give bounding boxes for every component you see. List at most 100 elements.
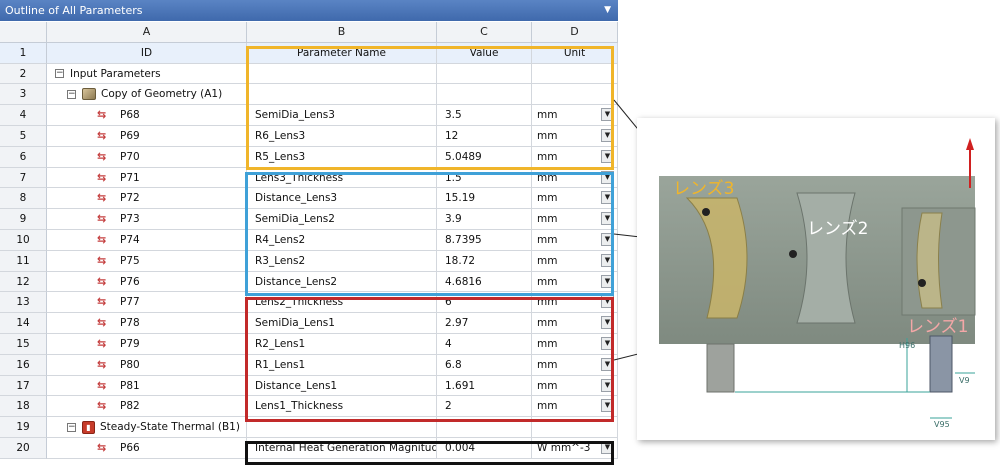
id-cell[interactable]: ⇆ P72 [47,188,247,210]
id-cell[interactable]: ⇆ P76 [47,271,247,293]
unit-dropdown-chevron-icon[interactable]: ▼ [601,440,614,454]
parameter-name-cell[interactable]: Distance_Lens3 [247,188,437,210]
unit-dropdown-chevron-icon[interactable]: ▼ [601,108,614,122]
row-number[interactable]: 9 [0,209,47,230]
table-row[interactable]: 8 ⇆ P72 Distance_Lens3 15.19 mm ▼ [0,188,618,210]
id-cell[interactable]: ⇆ P69 [47,125,247,147]
parameter-name-cell[interactable] [247,84,437,106]
table-row[interactable]: 15 ⇆ P79 R2_Lens1 4 mm ▼ [0,333,618,355]
unit-dropdown-chevron-icon[interactable]: ▼ [601,170,614,184]
id-cell[interactable]: ⇆ P71 [47,167,247,189]
unit-cell[interactable]: mm ▼ [532,188,618,210]
parameter-name-cell[interactable] [247,63,437,85]
table-row[interactable]: 18 ⇆ P82 Lens1_Thickness 2 mm ▼ [0,396,618,418]
table-row[interactable]: 9 ⇆ P73 SemiDia_Lens2 3.9 mm ▼ [0,209,618,230]
value-cell[interactable]: 4.6816 [437,271,532,293]
table-row[interactable]: 20 ⇆ P66 Internal Heat Generation Magnitude… [0,437,618,459]
id-cell[interactable]: ⇆ P80 [47,354,247,376]
unit-cell[interactable]: mm ▼ [532,354,618,376]
parameter-name-cell[interactable]: R6_Lens3 [247,125,437,147]
id-cell[interactable]: − ▮ Steady-State Thermal (B1) [47,417,247,438]
unit-cell[interactable]: mm ▼ [532,271,618,293]
parameter-name-cell[interactable]: Internal Heat Generation Magnitude [247,437,437,459]
parameter-name-cell[interactable]: Distance_Lens1 [247,375,437,397]
row-number[interactable]: 2 [0,63,47,85]
unit-dropdown-chevron-icon[interactable]: ▼ [601,295,614,309]
row-number[interactable]: 13 [0,292,47,314]
unit-dropdown-chevron-icon[interactable]: ▼ [601,378,614,392]
unit-dropdown-chevron-icon[interactable]: ▼ [601,232,614,246]
unit-cell[interactable] [532,63,618,85]
value-cell[interactable]: 8.7395 [437,229,532,251]
unit-dropdown-chevron-icon[interactable]: ▼ [601,316,614,330]
panel-menu-chevron-icon[interactable]: ▼ [604,0,611,21]
value-cell[interactable]: 15.19 [437,188,532,210]
unit-cell[interactable]: mm ▼ [532,229,618,251]
value-cell[interactable]: 0.004 [437,437,532,459]
unit-dropdown-chevron-icon[interactable]: ▼ [601,212,614,226]
unit-dropdown-chevron-icon[interactable]: ▼ [601,253,614,267]
unit-cell[interactable]: mm ▼ [532,209,618,230]
table-row[interactable]: 11 ⇆ P75 R3_Lens2 18.72 mm ▼ [0,250,618,272]
id-cell[interactable]: ⇆ P66 [47,437,247,459]
value-cell[interactable] [437,63,532,85]
table-row[interactable]: 2− Input Parameters [0,63,618,85]
id-cell[interactable]: ⇆ P81 [47,375,247,397]
table-row[interactable]: 17 ⇆ P81 Distance_Lens1 1.691 mm ▼ [0,375,618,397]
unit-dropdown-chevron-icon[interactable]: ▼ [601,336,614,350]
parameter-name-cell[interactable]: Lens3_Thickness [247,167,437,189]
table-row[interactable]: 13 ⇆ P77 Lens2_Thickness 6 mm ▼ [0,292,618,314]
row-number[interactable]: 15 [0,333,47,355]
unit-cell[interactable]: Unit [532,42,618,64]
unit-cell[interactable]: mm ▼ [532,375,618,397]
row-number[interactable]: 19 [0,417,47,438]
parameter-name-cell[interactable]: Lens1_Thickness [247,396,437,418]
value-cell[interactable]: 2 [437,396,532,418]
id-cell[interactable]: − Input Parameters [47,63,247,85]
table-row[interactable]: 19 − ▮ Steady-State Thermal (B1) [0,417,618,438]
parameter-name-cell[interactable] [247,417,437,438]
row-number[interactable]: 3 [0,84,47,106]
parameter-name-cell[interactable]: Distance_Lens2 [247,271,437,293]
value-cell[interactable]: 2.97 [437,313,532,334]
unit-dropdown-chevron-icon[interactable]: ▼ [601,274,614,288]
value-cell[interactable] [437,417,532,438]
id-cell[interactable]: ⇆ P77 [47,292,247,314]
unit-cell[interactable] [532,84,618,106]
row-number[interactable]: 6 [0,146,47,168]
row-number[interactable]: 4 [0,105,47,126]
value-cell[interactable]: 18.72 [437,250,532,272]
unit-cell[interactable] [532,417,618,438]
parameter-name-cell[interactable]: R5_Lens3 [247,146,437,168]
unit-dropdown-chevron-icon[interactable]: ▼ [601,128,614,142]
table-row[interactable]: 7 ⇆ P71 Lens3_Thickness 1.5 mm ▼ [0,167,618,189]
value-cell[interactable]: 6.8 [437,354,532,376]
table-row[interactable]: 10 ⇆ P74 R4_Lens2 8.7395 mm ▼ [0,229,618,251]
id-cell[interactable]: ⇆ P78 [47,313,247,334]
unit-cell[interactable]: mm ▼ [532,313,618,334]
table-row[interactable]: 5 ⇆ P69 R6_Lens3 12 mm ▼ [0,125,618,147]
table-row[interactable]: 4 ⇆ P68 SemiDia_Lens3 3.5 mm ▼ [0,105,618,126]
collapse-toggle-icon[interactable]: − [67,89,76,99]
value-cell[interactable]: Value [437,42,532,64]
table-row[interactable]: 12 ⇆ P76 Distance_Lens2 4.6816 mm ▼ [0,271,618,293]
unit-cell[interactable]: mm ▼ [532,333,618,355]
value-cell[interactable]: 5.0489 [437,146,532,168]
column-name-row[interactable]: 1 ID Parameter Name Value Unit [0,42,618,64]
row-number[interactable]: 16 [0,354,47,376]
unit-cell[interactable]: mm ▼ [532,146,618,168]
collapse-toggle-icon[interactable]: − [55,69,64,79]
parameter-name-cell[interactable]: Lens2_Thickness [247,292,437,314]
column-header-c[interactable]: C [437,22,532,43]
unit-dropdown-chevron-icon[interactable]: ▼ [601,357,614,371]
table-row[interactable]: 3 − Copy of Geometry (A1) [0,84,618,106]
parameter-name-cell[interactable]: R4_Lens2 [247,229,437,251]
parameter-name-cell[interactable]: SemiDia_Lens3 [247,105,437,126]
row-number[interactable]: 18 [0,396,47,418]
unit-cell[interactable]: mm ▼ [532,396,618,418]
unit-dropdown-chevron-icon[interactable]: ▼ [601,149,614,163]
unit-cell[interactable]: mm ▼ [532,292,618,314]
value-cell[interactable]: 4 [437,333,532,355]
model-viewport[interactable]: H96 V95 V9 レンズ3 レンズ2 レンズ1 [637,118,995,440]
collapse-toggle-icon[interactable]: − [67,422,76,432]
